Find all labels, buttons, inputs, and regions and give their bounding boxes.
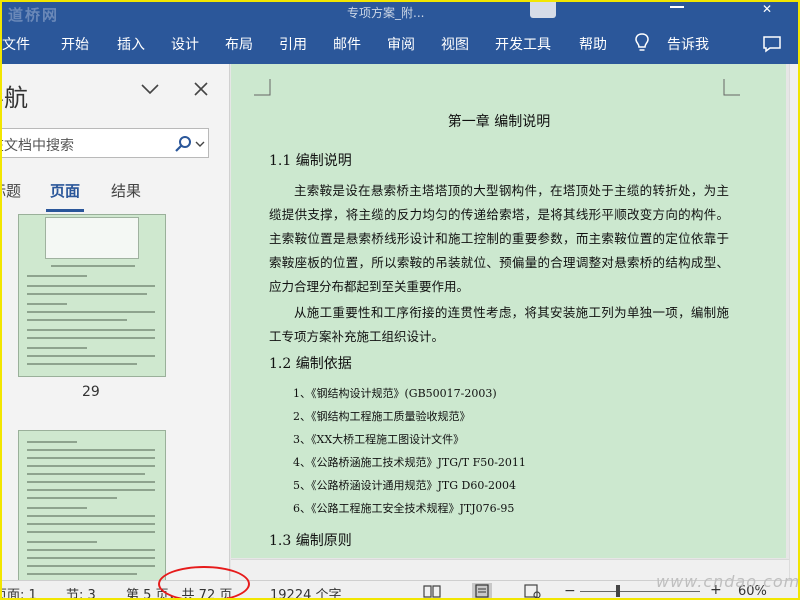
- zoom-out-button[interactable]: −: [564, 583, 576, 598]
- thumbnail-flowchart: [45, 217, 139, 259]
- tab-insert[interactable]: 插入: [117, 34, 145, 54]
- active-tab-indicator: [46, 209, 84, 212]
- tab-view[interactable]: 视图: [441, 34, 469, 54]
- document-area[interactable]: 第一章 编制说明 1.1 编制说明 主索鞍是设在悬索桥主塔塔顶的大型钢构件，在塔…: [231, 64, 798, 580]
- tab-design[interactable]: 设计: [171, 34, 199, 54]
- status-section[interactable]: 节: 3: [66, 584, 96, 598]
- page-thumbnail-30[interactable]: [18, 430, 166, 584]
- zoom-slider-thumb[interactable]: [616, 585, 620, 597]
- tell-me-button[interactable]: 告诉我: [667, 34, 709, 54]
- tab-references[interactable]: 引用: [279, 34, 307, 54]
- section-heading: 1.3 编制原则: [269, 533, 352, 549]
- search-placeholder: 在文档中搜索: [2, 138, 74, 154]
- tab-review[interactable]: 审阅: [387, 34, 415, 54]
- search-input[interactable]: 在文档中搜索: [2, 128, 209, 158]
- status-word-count[interactable]: 19224 个字: [270, 584, 342, 598]
- zoom-slider[interactable]: [580, 591, 700, 592]
- document-title: 专项方案_附...: [347, 6, 425, 20]
- nav-tab-pages[interactable]: 页面: [50, 180, 80, 201]
- comments-icon[interactable]: [762, 35, 782, 53]
- list-item: 3、《XX大桥工程施工图设计文件》: [293, 433, 465, 446]
- paragraph: 主索鞍是设在悬索桥主塔塔顶的大型钢构件，在塔顶处于主缆的转折处，为主缆提供支撑，…: [269, 183, 729, 294]
- close-window-icon[interactable]: ✕: [762, 2, 772, 16]
- tab-developer[interactable]: 开发工具: [495, 34, 551, 54]
- basis-list: 1、《钢结构设计规范》(GB50017-2003) 2、《钢结构工程施工质量验收…: [269, 382, 729, 520]
- list-item: 1、《钢结构设计规范》(GB50017-2003): [293, 387, 497, 400]
- thumbnail-page-number: 29: [82, 384, 100, 400]
- read-mode-icon[interactable]: [422, 583, 442, 599]
- list-item: 4、《公路桥涵施工技术规范》JTG/T F50-2011: [293, 456, 526, 469]
- tab-home[interactable]: 开始: [61, 34, 89, 54]
- margin-corner-mark: [254, 79, 271, 96]
- chevron-down-icon[interactable]: [140, 82, 160, 96]
- list-item: 5、《公路桥涵设计通用规范》JTG D60-2004: [293, 479, 517, 492]
- tab-file[interactable]: 文件: [2, 34, 30, 54]
- close-icon[interactable]: [192, 80, 210, 98]
- status-page-count[interactable]: 第 5 页，共 72 页: [126, 584, 232, 598]
- nav-tab-headings[interactable]: 标题: [2, 180, 21, 201]
- page-thumbnail-29[interactable]: [18, 214, 166, 377]
- tab-layout[interactable]: 布局: [225, 34, 253, 54]
- tab-help[interactable]: 帮助: [579, 34, 607, 54]
- section-heading: 1.2 编制依据: [269, 356, 352, 372]
- site-watermark-bottom: www.cndao.com: [656, 572, 800, 591]
- word-window: 道桥网 专项方案_附... ✕ 文件 开始 插入 设计 布局 引用 邮件 审阅 …: [0, 0, 800, 600]
- document-body[interactable]: 第一章 编制说明 1.1 编制说明 主索鞍是设在悬索桥主塔塔顶的大型钢构件，在塔…: [269, 110, 729, 559]
- ribbon-tabs: 文件 开始 插入 设计 布局 引用 邮件 审阅 视图 开发工具 帮助 告诉我: [2, 24, 798, 64]
- status-page[interactable]: 页面: 1: [2, 584, 37, 598]
- list-item: 6、《公路工程施工安全技术规程》JTJ076-95: [293, 502, 515, 515]
- navigation-pane: 导航 在文档中搜索 标题 页面 结果: [2, 64, 230, 584]
- account-avatar-icon[interactable]: [530, 2, 556, 18]
- margin-corner-mark: [723, 79, 740, 96]
- section-heading: 1.1 编制说明: [269, 153, 352, 169]
- search-dropdown-icon[interactable]: [195, 140, 205, 148]
- tab-mailings[interactable]: 邮件: [333, 34, 361, 54]
- nav-pane-title: 导航: [2, 84, 28, 112]
- lightbulb-icon[interactable]: [634, 32, 650, 54]
- nav-tab-results[interactable]: 结果: [111, 180, 141, 201]
- search-icon[interactable]: [174, 135, 192, 153]
- print-layout-icon[interactable]: [472, 583, 492, 599]
- site-watermark: 道桥网: [8, 6, 60, 24]
- vertical-scrollbar[interactable]: [789, 64, 798, 580]
- document-page[interactable]: 第一章 编制说明 1.1 编制说明 主索鞍是设在悬索桥主塔塔顶的大型钢构件，在塔…: [231, 64, 786, 558]
- web-layout-icon[interactable]: [522, 583, 542, 599]
- chapter-title: 第一章 编制说明: [447, 114, 551, 130]
- title-bar: 道桥网 专项方案_附... ✕: [2, 2, 798, 24]
- minimize-icon[interactable]: [670, 6, 684, 8]
- paragraph: 从施工重要性和工序衔接的连贯性考虑，将其安装施工列为单独一项，编制施工专项方案补…: [269, 305, 729, 344]
- list-item: 2、《钢结构工程施工质量验收规范》: [293, 410, 471, 423]
